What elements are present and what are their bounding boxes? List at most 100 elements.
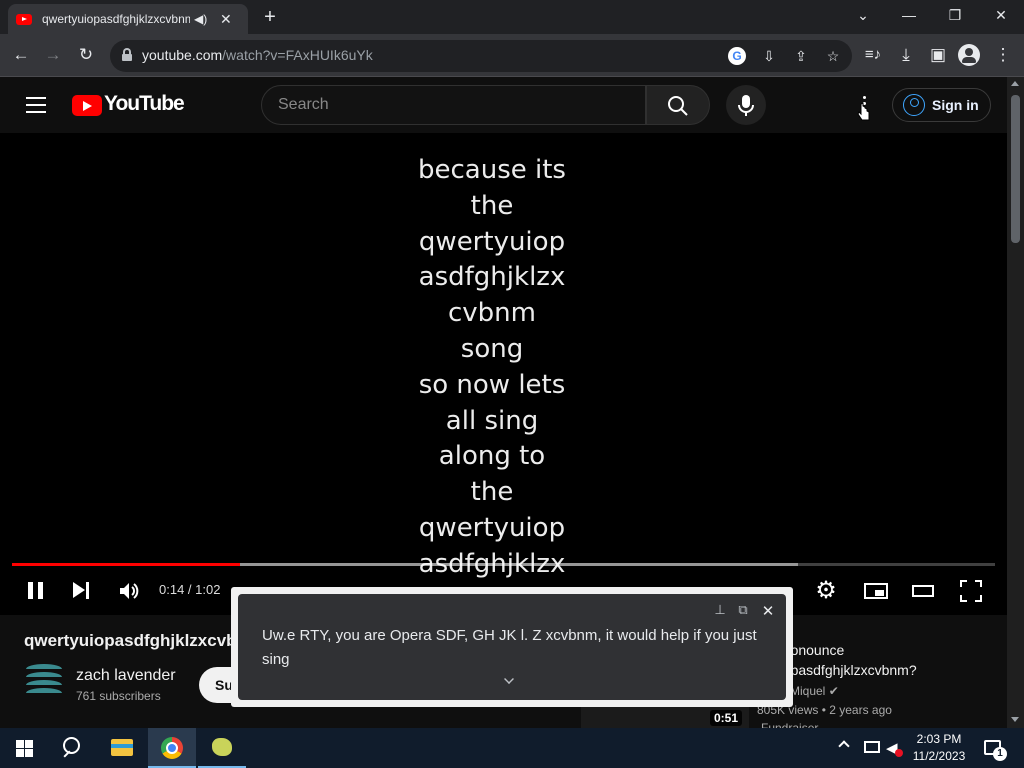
notification-count-badge: 1 bbox=[993, 747, 1007, 761]
channel-name[interactable]: zach lavender bbox=[76, 667, 176, 685]
lyric-line: because its bbox=[418, 155, 566, 185]
search-icon bbox=[668, 96, 688, 116]
close-caption-icon[interactable]: ✕ bbox=[760, 602, 776, 620]
live-caption-bubble[interactable]: ⊥ ⧉ ✕ Uw.e RTY, you are Opera SDF, GH JK… bbox=[231, 587, 793, 707]
lyric-line: so now lets bbox=[418, 369, 566, 400]
live-caption-panel: ⊥ ⧉ ✕ Uw.e RTY, you are Opera SDF, GH JK… bbox=[238, 594, 786, 700]
lyric-line: the bbox=[470, 190, 514, 221]
browser-tab[interactable]: qwertyuiopasdfghjklzxcvbnm ◀︎) ✕ bbox=[8, 4, 248, 34]
search-input[interactable] bbox=[278, 95, 628, 115]
account-circle-icon bbox=[903, 94, 925, 116]
live-caption-text: Uw.e RTY, you are Opera SDF, GH JK l. Z … bbox=[262, 627, 757, 668]
browser-toolbar: ← → ↻ youtube.com/watch?v=FAxHUIk6uYk G … bbox=[0, 34, 1024, 77]
url-domain: youtube.com bbox=[142, 47, 223, 63]
expand-caption-icon[interactable]: ⧉ bbox=[735, 602, 751, 618]
chevron-down-icon[interactable] bbox=[504, 674, 514, 684]
guide-menu-icon[interactable] bbox=[26, 97, 46, 113]
video-title: qwertyuiopasdfghjklzxcvbnm bbox=[24, 631, 263, 650]
search-button[interactable] bbox=[646, 85, 710, 125]
recommended-channel-name: Miquel bbox=[790, 684, 826, 698]
network-icon[interactable] bbox=[864, 741, 880, 753]
taskbar-clock[interactable]: 2:03 PM 11/2/2023 bbox=[908, 731, 970, 765]
video-duration-badge: 0:51 bbox=[710, 710, 743, 726]
url-path: /watch?v=FAxHUIk6uYk bbox=[222, 47, 373, 63]
muted-indicator-icon bbox=[895, 749, 903, 757]
share-icon[interactable]: ⇪ bbox=[790, 45, 812, 67]
recommended-title[interactable]: to Pronounce tyuiopasdfghjklzxcvbnm? bbox=[761, 640, 1001, 680]
miniplayer-button[interactable] bbox=[864, 579, 888, 603]
scroll-down-arrow-icon[interactable] bbox=[1011, 717, 1019, 722]
side-panel-icon[interactable]: ▣ bbox=[925, 42, 951, 68]
app-taskbar-icon[interactable] bbox=[198, 728, 246, 768]
speaker-icon[interactable]: ◀︎) bbox=[194, 12, 212, 26]
chrome-taskbar-icon[interactable] bbox=[148, 728, 196, 768]
reload-button[interactable]: ↻ bbox=[73, 42, 99, 68]
lyric-line: all sing bbox=[445, 405, 539, 436]
channel-avatar[interactable] bbox=[26, 664, 62, 702]
file-explorer-icon[interactable] bbox=[98, 728, 146, 768]
new-tab-button[interactable]: + bbox=[258, 6, 282, 28]
lyric-line: qwertyuiop bbox=[418, 512, 566, 543]
install-app-icon[interactable]: ⇩ bbox=[758, 45, 780, 67]
clock-time: 2:03 PM bbox=[916, 732, 962, 746]
tab-title: qwertyuiopasdfghjklzxcvbnm bbox=[42, 12, 190, 26]
lyric-line: asdfghjklzx bbox=[418, 262, 566, 293]
youtube-masthead: YouTube Sign in bbox=[0, 77, 1007, 133]
theater-mode-button[interactable] bbox=[912, 579, 934, 603]
fullscreen-button[interactable] bbox=[960, 579, 982, 603]
scrollbar-thumb[interactable] bbox=[1011, 95, 1020, 243]
subscriber-count: 761 subscribers bbox=[76, 689, 161, 703]
lyric-line: song bbox=[460, 333, 524, 364]
verified-check-icon: ✔ bbox=[828, 684, 839, 698]
minimize-button[interactable]: — bbox=[886, 0, 932, 30]
google-lens-icon[interactable]: G bbox=[726, 45, 748, 67]
windows-taskbar: ◀ 2:03 PM 11/2/2023 1 bbox=[0, 728, 1024, 768]
tab-close-icon[interactable]: ✕ bbox=[220, 11, 232, 28]
recommended-title-line2: tyuiopasdfghjklzxcvbnm? bbox=[761, 662, 917, 678]
lyric-line: qwertyuiop bbox=[418, 226, 566, 257]
youtube-wordmark[interactable]: YouTube bbox=[104, 92, 185, 116]
youtube-favicon-icon bbox=[16, 13, 32, 25]
lyric-line: along to bbox=[438, 441, 546, 472]
close-window-button[interactable]: ✕ bbox=[978, 0, 1024, 30]
restore-button[interactable]: ❐ bbox=[932, 0, 978, 30]
voice-search-button[interactable] bbox=[726, 85, 766, 125]
tab-search-icon[interactable]: ⌄ bbox=[840, 0, 886, 30]
sign-in-label: Sign in bbox=[932, 97, 979, 113]
lock-icon[interactable] bbox=[122, 48, 132, 61]
next-button[interactable] bbox=[72, 579, 92, 603]
settings-gear-icon[interactable]: ⚙ bbox=[814, 579, 838, 603]
url-text[interactable]: youtube.com/watch?v=FAxHUIk6uYk bbox=[142, 47, 373, 63]
pin-icon[interactable]: ⊥ bbox=[712, 602, 728, 618]
pause-button[interactable] bbox=[26, 579, 46, 603]
downloads-icon[interactable]: ⤓ bbox=[893, 42, 919, 68]
volume-icon[interactable] bbox=[118, 579, 140, 603]
scroll-up-arrow-icon[interactable] bbox=[1011, 81, 1019, 86]
lyric-line: cvbnm bbox=[448, 298, 536, 329]
recommended-channel[interactable]: Miquel ✔ bbox=[790, 684, 839, 698]
video-player[interactable]: because its the qwertyuiop asdfghjklzx cvbnm… bbox=[0, 133, 1007, 615]
chrome-menu-icon[interactable]: ⋮ bbox=[990, 42, 1016, 68]
tray-expand-icon[interactable] bbox=[838, 740, 850, 752]
profile-avatar-icon[interactable] bbox=[958, 44, 980, 66]
bookmark-star-icon[interactable]: ☆ bbox=[822, 45, 844, 67]
media-control-icon[interactable]: ≡♪ bbox=[860, 42, 886, 68]
recommended-title-line1: to Pronounce bbox=[761, 642, 845, 658]
clock-date: 11/2/2023 bbox=[912, 749, 966, 763]
back-button[interactable]: ← bbox=[8, 42, 34, 68]
youtube-logo-icon[interactable] bbox=[72, 95, 102, 116]
taskbar-search-icon[interactable] bbox=[48, 728, 96, 768]
microphone-icon bbox=[738, 95, 754, 116]
hand-cursor-icon bbox=[857, 103, 870, 121]
page-scrollbar[interactable] bbox=[1007, 77, 1024, 728]
search-box[interactable] bbox=[261, 85, 646, 125]
progress-bar[interactable] bbox=[12, 563, 995, 566]
browser-tab-strip: qwertyuiopasdfghjklzxcvbnm ◀︎) ✕ + ⌄ — ❐… bbox=[0, 0, 1024, 34]
lyric-line: the bbox=[470, 477, 514, 508]
address-bar[interactable]: youtube.com/watch?v=FAxHUIk6uYk G ⇩ ⇪ ☆ bbox=[110, 40, 852, 72]
played-bar bbox=[12, 563, 240, 566]
video-lyrics-frame: because its the qwertyuiop asdfghjklzx cvbnm… bbox=[392, 153, 592, 583]
sign-in-button[interactable]: Sign in bbox=[892, 88, 991, 122]
windows-start-icon[interactable] bbox=[0, 728, 48, 768]
forward-button[interactable]: → bbox=[40, 42, 66, 68]
